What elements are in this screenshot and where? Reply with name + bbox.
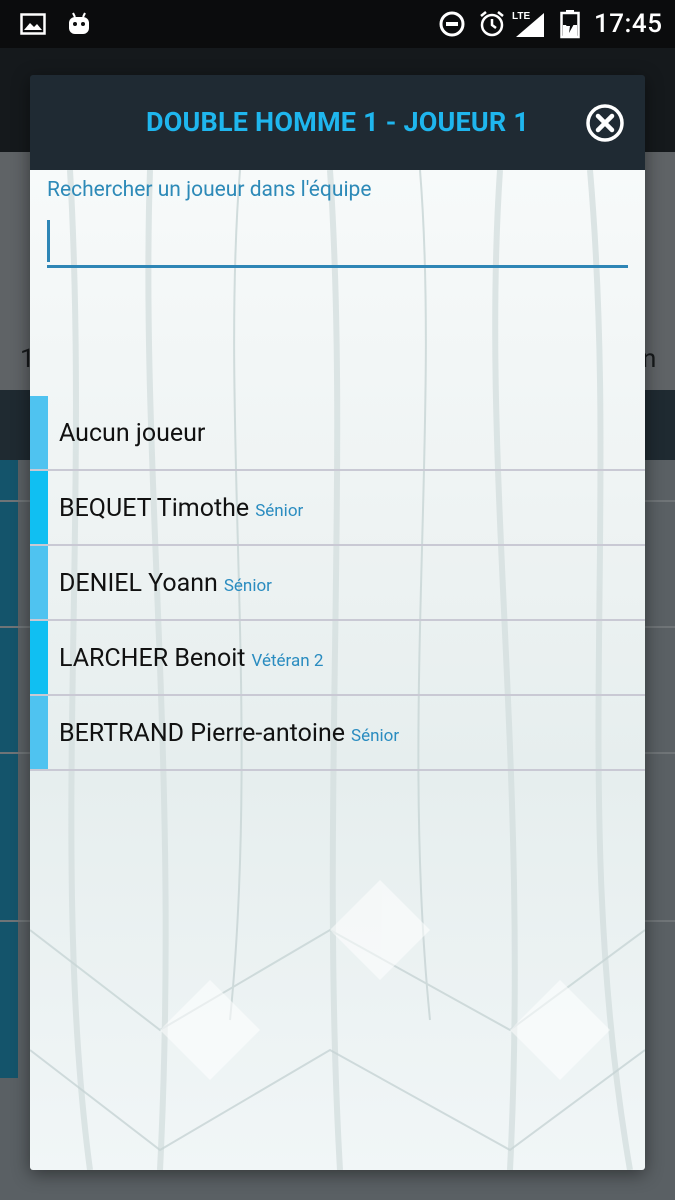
row-accent [30,471,48,544]
battery-icon [560,0,580,48]
row-accent [30,396,48,469]
svg-text:LTE: LTE [512,11,530,22]
player-name: Aucun joueur [59,419,206,448]
player-name: BERTRAND Pierre-antoine [59,719,346,748]
player-row[interactable]: BEQUET Timothe Sénior [30,471,645,546]
close-circle-icon [586,104,624,142]
player-category: Vétéran 2 [251,651,324,671]
player-row[interactable]: BERTRAND Pierre-antoine Sénior [30,696,645,771]
status-time: 17:45 [594,9,663,39]
player-list: Aucun joueur BEQUET Timothe Sénior DENIEL… [30,396,645,771]
close-button[interactable] [585,103,625,143]
background-strip [0,922,18,1078]
android-icon [66,0,92,48]
background-strip [0,754,18,920]
background-strip [0,460,18,500]
player-row[interactable]: LARCHER Benoit Vétéran 2 [30,621,645,696]
player-text: Aucun joueur [59,396,205,469]
status-bar: LTE 17:45 [0,0,675,48]
player-text: LARCHER Benoit Vétéran 2 [59,621,323,694]
player-category: Sénior [223,576,272,596]
player-text: BEQUET Timothe Sénior [59,471,303,544]
background-strip [0,628,18,752]
background-strip [0,502,18,626]
text-cursor [47,220,50,262]
player-name: LARCHER Benoit [59,644,246,673]
player-text: BERTRAND Pierre-antoine Sénior [59,696,399,769]
player-name: BEQUET Timothe [59,494,250,523]
gallery-icon [20,0,46,48]
player-row[interactable]: DENIEL Yoann Sénior [30,546,645,621]
player-text: DENIEL Yoann Sénior [59,546,272,619]
player-category: Sénior [255,501,304,521]
dialog-header: DOUBLE HOMME 1 - JOUEUR 1 [30,75,645,170]
row-accent [30,621,48,694]
player-search-input[interactable] [47,216,628,268]
player-category: Sénior [351,726,400,746]
dialog-body: Rechercher un joueur dans l'équipe Aucun… [30,170,645,1170]
signal-icon: LTE [512,0,548,48]
player-picker-dialog: DOUBLE HOMME 1 - JOUEUR 1 Rechercher un … [30,75,645,1170]
search-label: Rechercher un joueur dans l'équipe [47,178,372,202]
row-accent [30,696,48,769]
dialog-title: DOUBLE HOMME 1 - JOUEUR 1 [145,106,530,138]
row-accent [30,546,48,619]
do-not-disturb-icon [438,0,466,48]
alarm-icon [478,0,506,48]
player-name: DENIEL Yoann [59,569,218,598]
player-row-none[interactable]: Aucun joueur [30,396,645,471]
